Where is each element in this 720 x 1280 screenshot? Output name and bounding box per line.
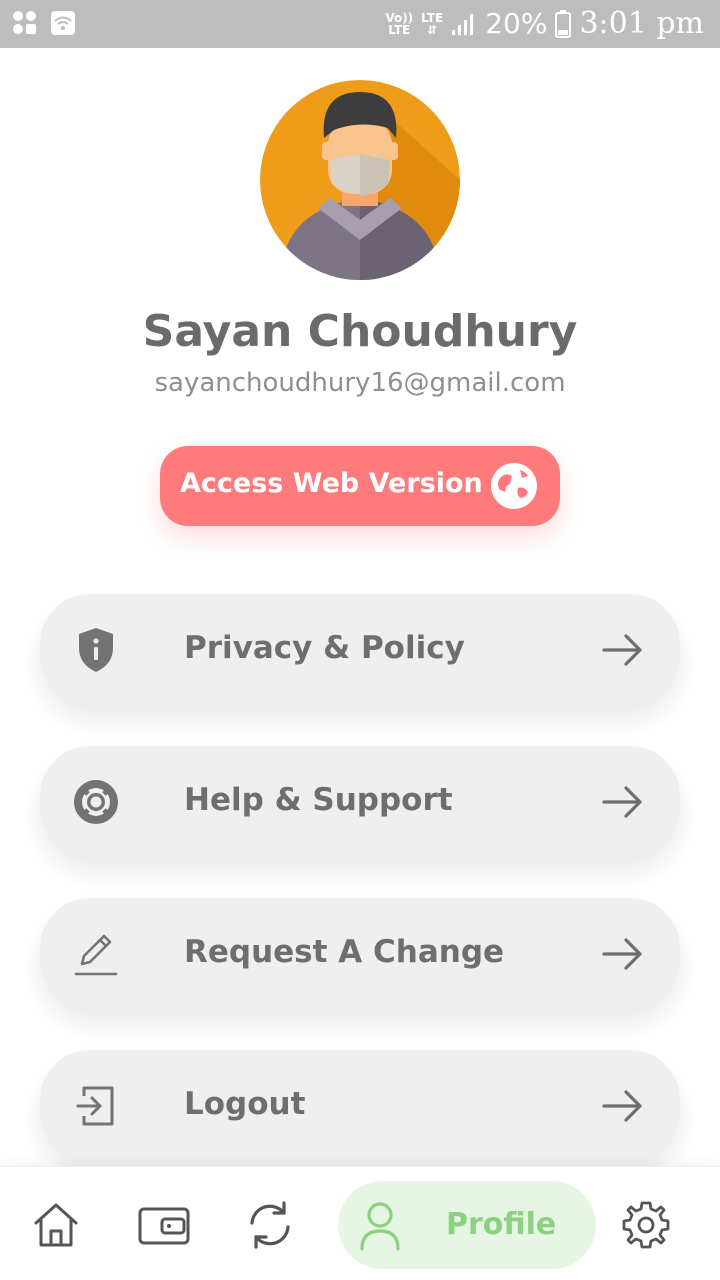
notification-apps-icon [13,11,36,34]
menu-item-help-support[interactable]: Help & Support [40,746,680,858]
battery-icon [555,9,572,38]
profile-name: Sayan Choudhury [142,306,578,357]
access-web-version-label: Access Web Version [180,468,483,499]
profile-icon [360,1202,400,1251]
battery-percent: 20% [485,7,548,40]
home-icon[interactable] [30,1199,82,1251]
wifi-notification-icon [51,11,75,35]
arrow-right-icon [602,634,642,666]
menu-label: Logout [184,1086,306,1122]
menu-label: Request A Change [184,934,505,970]
pencil-icon [74,934,118,976]
bottom-nav: Profile [0,1166,720,1280]
arrow-right-icon [602,1090,642,1122]
menu-label: Privacy & Policy [184,630,465,666]
signal-icon [452,13,474,35]
wallet-icon[interactable] [138,1199,190,1251]
shield-info-icon [79,628,113,672]
access-web-version-button[interactable]: Access Web Version [160,446,560,526]
profile-email: sayanchoudhury16@gmail.com [154,368,566,398]
nav-profile-tab[interactable]: Profile [338,1181,596,1269]
settings-icon[interactable] [620,1199,672,1251]
nav-profile-label: Profile [446,1207,557,1242]
arrow-right-icon [602,938,642,970]
avatar [260,80,460,280]
menu-label: Help & Support [184,782,453,818]
lifebuoy-icon [74,780,118,824]
arrow-right-icon [602,786,642,818]
clock: 3:01 pm [579,6,704,41]
logout-icon [76,1086,114,1126]
menu-item-request-change[interactable]: Request A Change [40,898,680,1010]
status-bar: Vo)) LTE LTE ⇵ 20% 3:01 pm [0,0,720,48]
menu-item-logout[interactable]: Logout [40,1050,680,1162]
volte-indicator: Vo)) LTE [385,10,414,37]
globe-icon [491,463,537,509]
menu-item-privacy-policy[interactable]: Privacy & Policy [40,594,680,706]
refresh-icon[interactable] [244,1199,296,1251]
lte-indicator: LTE ⇵ [421,10,444,37]
